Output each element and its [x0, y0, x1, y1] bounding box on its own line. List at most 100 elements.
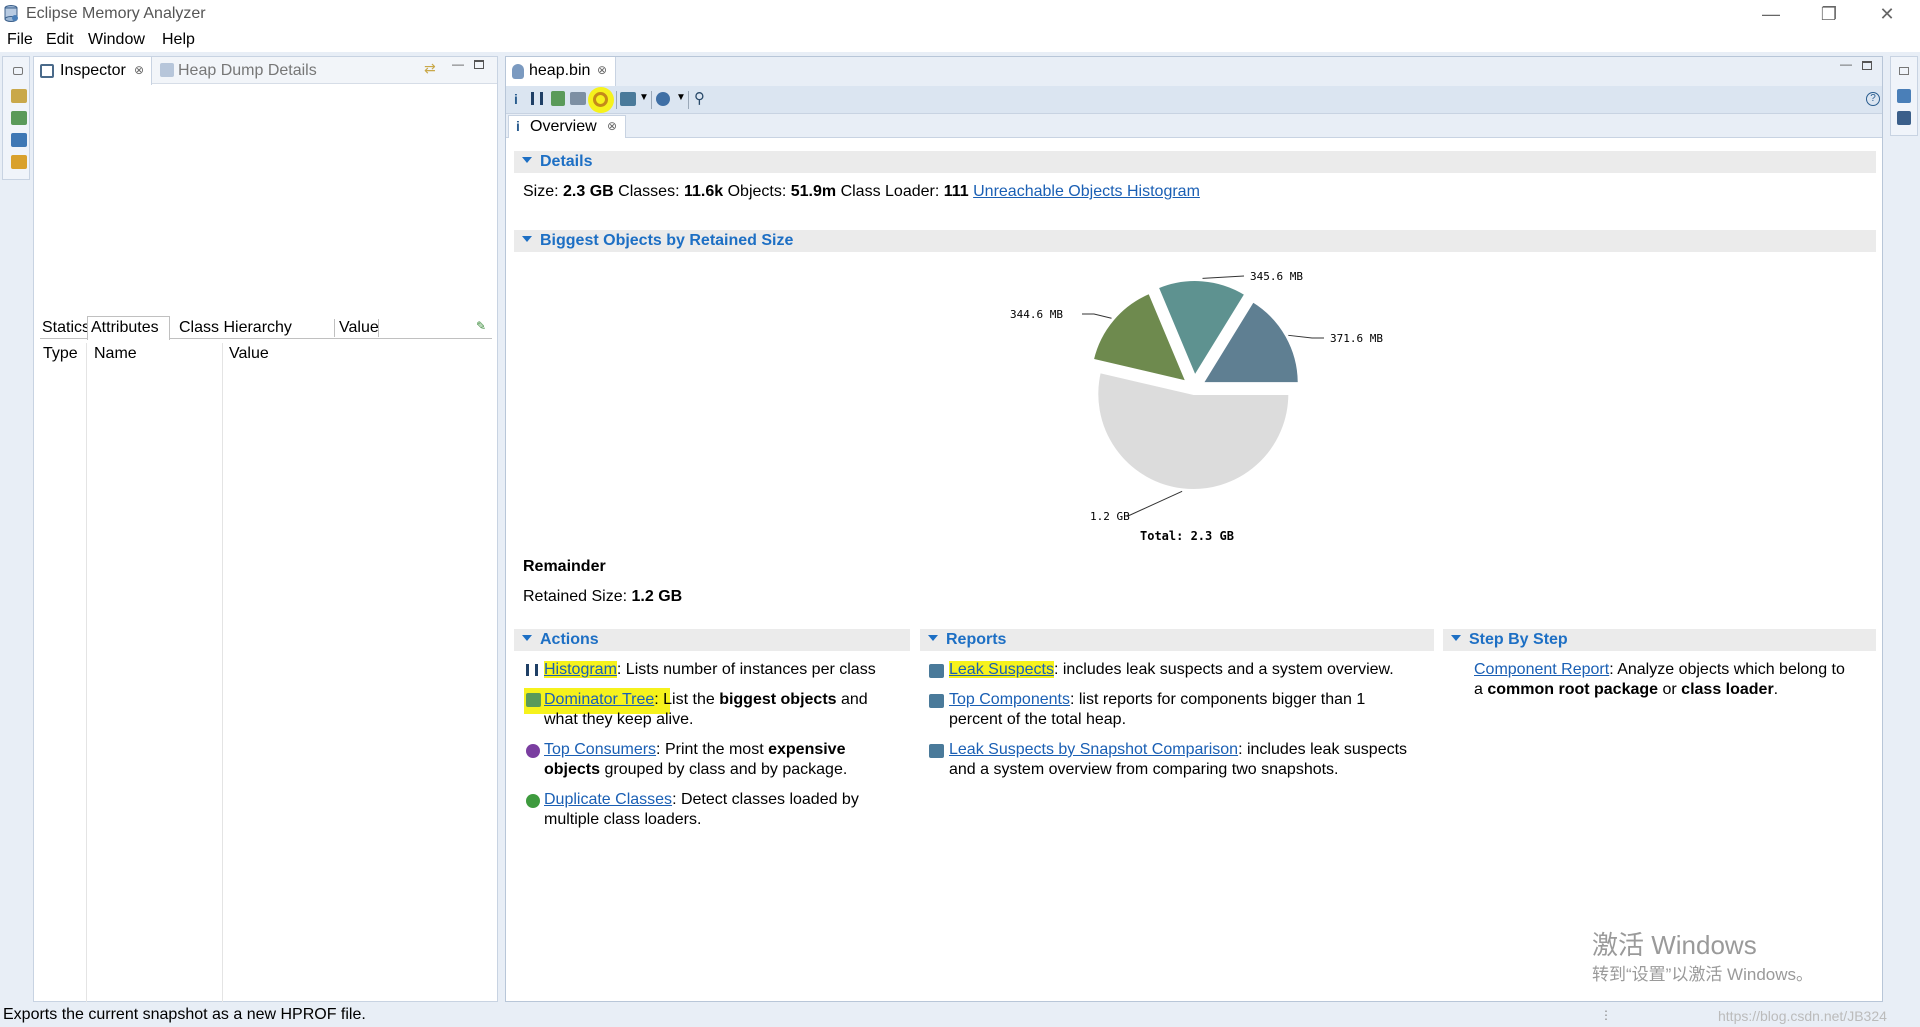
unreachable-objects-link[interactable]: Unreachable Objects Histogram [973, 183, 1200, 200]
dominator-tree-link[interactable]: Dominator Tree [544, 691, 654, 708]
restore-icon[interactable] [1899, 67, 1909, 75]
expand-triangle-icon [928, 634, 938, 641]
run-expert-system-icon[interactable] [593, 92, 608, 107]
tab-heap-bin-label: heap.bin [529, 62, 591, 79]
reports-section-header[interactable]: Reports [920, 629, 1434, 651]
column-divider [86, 343, 87, 1003]
close-button[interactable]: ✕ [1858, 0, 1916, 28]
step-by-step-section-header[interactable]: Step By Step [1443, 629, 1876, 651]
editor-toolbar [506, 86, 1882, 114]
close-icon[interactable]: ⊗ [607, 119, 617, 133]
menu-edit[interactable]: Edit [46, 31, 74, 49]
col-header-value[interactable]: Value [229, 345, 269, 363]
size-value: 2.3 GB [563, 183, 614, 200]
top-components-link[interactable]: Top Components [949, 691, 1070, 708]
editor-tab-strip [506, 57, 1882, 86]
biggest-objects-section-header[interactable]: Biggest Objects by Retained Size [514, 230, 1876, 252]
outline-icon[interactable] [1897, 89, 1911, 103]
edit-icon[interactable] [11, 89, 27, 103]
component-report-text-b: or [1658, 681, 1682, 698]
dominator-tree-icon[interactable] [551, 91, 565, 106]
subtab-value[interactable]: Value [339, 319, 379, 337]
tab-overview-label: Overview [530, 118, 597, 135]
top-consumers-bold-2: objects [544, 761, 601, 778]
help-icon[interactable]: ? [1866, 92, 1880, 106]
minimize-view-icon[interactable]: — [452, 57, 464, 71]
class-loader-value: 111 [943, 183, 969, 200]
tab-heap-dump-details-label: Heap Dump Details [178, 62, 317, 79]
inspector-panel: Inspector ⊗ Heap Dump Details ⇄ — Static… [33, 56, 498, 1003]
reports-heading: Reports [946, 631, 1007, 648]
info-icon[interactable]: i [514, 91, 518, 107]
component-report-line: Component Report: Analyze objects which … [1474, 660, 1845, 680]
details-heading: Details [540, 153, 593, 170]
minimize-button[interactable]: — [1742, 0, 1800, 28]
tab-inspector[interactable]: Inspector ⊗ [34, 57, 152, 85]
minimize-editor-icon[interactable]: — [1840, 57, 1852, 71]
action-dominator-tree-line2: what they keep alive. [544, 711, 694, 728]
title-bar: Eclipse Memory Analyzer — ❐ ✕ [0, 0, 1920, 28]
navigator-icon[interactable] [1897, 111, 1911, 125]
restore-button[interactable]: ❐ [1800, 0, 1858, 28]
component-report-line2: a common root package or class loader. [1474, 680, 1778, 700]
actions-section-header[interactable]: Actions [514, 629, 910, 651]
maximize-editor-icon[interactable] [1862, 61, 1872, 70]
menu-file[interactable]: File [7, 31, 33, 49]
tab-heap-bin[interactable]: heap.bin ⊗ [506, 57, 616, 86]
pie-leader-line [1127, 490, 1183, 517]
objects-value: 51.9m [790, 183, 837, 200]
pie-slice[interactable] [1096, 370, 1291, 491]
link-with-editor-icon[interactable]: ⇄ [424, 60, 436, 77]
query-browser-icon[interactable] [656, 92, 670, 106]
classes-icon[interactable] [11, 155, 27, 169]
close-icon[interactable]: ⊗ [597, 63, 607, 77]
snapshot-comparison-link[interactable]: Leak Suspects by Snapshot Comparison [949, 741, 1238, 758]
classes-label: Classes: [618, 183, 680, 200]
chevron-down-icon[interactable]: ▼ [676, 92, 686, 103]
histogram-icon [526, 664, 538, 676]
toolbar-separator [651, 91, 652, 109]
reports-icon[interactable] [620, 92, 636, 106]
window-title: Eclipse Memory Analyzer [26, 5, 206, 22]
heap-icon[interactable] [11, 111, 27, 125]
duplicate-classes-icon [526, 794, 540, 808]
chevron-down-icon[interactable]: ▼ [639, 92, 649, 103]
duplicate-classes-link[interactable]: Duplicate Classes [544, 791, 672, 808]
oql-icon[interactable] [570, 92, 586, 105]
report-top-components-line2: percent of the total heap. [949, 711, 1127, 728]
leak-suspects-link[interactable]: Leak Suspects [949, 661, 1054, 678]
top-consumers-link[interactable]: Top Consumers [544, 741, 656, 758]
subtab-attributes[interactable]: Attributes [91, 319, 159, 337]
close-icon[interactable]: ⊗ [134, 63, 144, 77]
component-report-bold-b: class loader [1681, 681, 1774, 698]
app-icon [3, 5, 19, 22]
subtab-divider [378, 319, 379, 337]
toolbar-separator [688, 91, 689, 109]
heap-details-icon [160, 63, 174, 77]
histogram-icon[interactable] [531, 92, 543, 105]
action-histogram: Histogram: Lists number of instances per… [544, 660, 876, 680]
search-icon[interactable]: ⚲ [694, 89, 705, 107]
tab-heap-dump-details[interactable]: Heap Dump Details [156, 57, 326, 85]
histogram-link[interactable]: Histogram [544, 661, 617, 678]
action-top-consumers-line2: objects grouped by class and by package. [544, 760, 847, 780]
restore-icon[interactable] [13, 67, 23, 75]
action-top-consumers: Top Consumers: Print the most expensive [544, 740, 845, 760]
menu-help[interactable]: Help [162, 31, 195, 49]
details-section-header[interactable]: Details [514, 151, 1876, 173]
tab-overview[interactable]: i Overview ⊗ [508, 115, 626, 138]
info-icon: i [516, 118, 520, 134]
menu-window[interactable]: Window [88, 31, 145, 49]
col-header-type[interactable]: Type [43, 345, 78, 363]
component-report-link[interactable]: Component Report [1474, 661, 1609, 678]
col-header-name[interactable]: Name [94, 345, 137, 363]
retained-size-pie-chart[interactable]: 371.6 MB 345.6 MB 344.6 MB 1.2 GB Total: 2.3… [1000, 258, 1420, 548]
tree-icon[interactable] [11, 133, 27, 147]
maximize-view-icon[interactable] [474, 60, 484, 69]
subtab-statics[interactable]: Statics [42, 319, 90, 337]
pin-icon[interactable]: ✎ [476, 319, 486, 333]
activation-watermark-title: 激活 Windows [1592, 930, 1757, 960]
component-report-text-c: . [1773, 681, 1779, 698]
report-snapshot-comparison-line2: and a system overview from comparing two… [949, 761, 1339, 778]
subtab-class-hierarchy[interactable]: Class Hierarchy [179, 319, 292, 337]
